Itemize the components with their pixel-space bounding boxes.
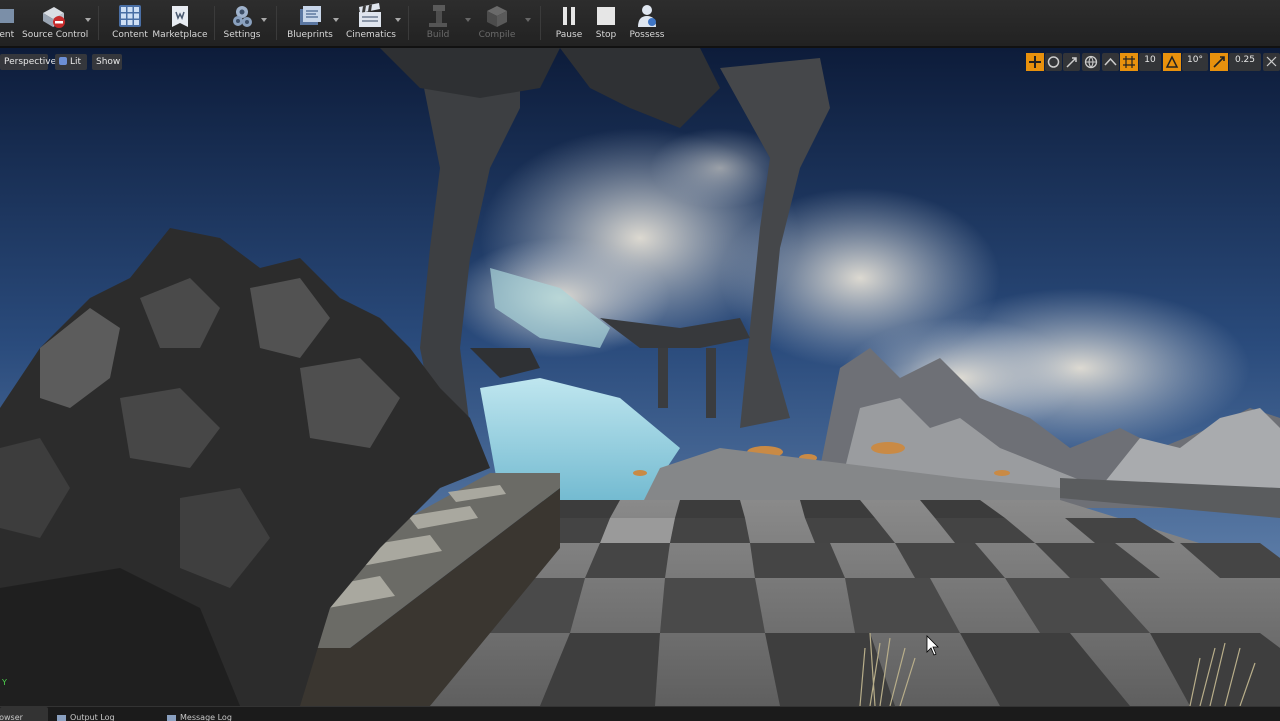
rotation-snap-value[interactable]: 10°: [1182, 53, 1208, 71]
viewport-scene[interactable]: [0, 48, 1280, 706]
scale-snap-toggle[interactable]: [1210, 53, 1228, 71]
translate-icon: [1026, 53, 1044, 71]
possess-icon: [634, 3, 660, 29]
rotation-snap-text: 10°: [1187, 55, 1203, 65]
tab-content-browser-label: rowser: [0, 713, 23, 721]
scale-snap-value[interactable]: 0.25: [1229, 53, 1261, 71]
tab-message-log-label: Message Log: [180, 713, 232, 721]
toolbar-separator: [98, 6, 99, 40]
build-dropdown-icon[interactable]: [465, 18, 471, 22]
maximize-viewport-button[interactable]: [1263, 53, 1280, 71]
current-level-button[interactable]: rent: [0, 0, 16, 46]
compile-label: Compile: [478, 30, 516, 40]
surface-snap-button[interactable]: [1102, 53, 1119, 71]
output-log-icon: [57, 715, 66, 721]
message-log-icon: [167, 715, 176, 721]
cinematics-dropdown-icon[interactable]: [395, 18, 401, 22]
tab-output-log-label: Output Log: [70, 713, 115, 721]
lit-button[interactable]: Lit: [55, 54, 87, 70]
grid-snap-value[interactable]: 10: [1139, 53, 1161, 71]
lit-mode-icon: [59, 57, 67, 65]
current-level-icon: [0, 3, 18, 29]
grid-snap-icon: [1120, 53, 1138, 71]
stop-icon: [593, 3, 619, 29]
compile-icon: [484, 3, 510, 29]
blueprints-label: Blueprints: [287, 30, 333, 40]
cinematics-button[interactable]: Cinematics: [346, 0, 396, 46]
settings-icon: [229, 3, 255, 29]
marketplace-icon: [167, 3, 193, 29]
compile-dropdown-icon[interactable]: [525, 18, 531, 22]
cinematics-label: Cinematics: [346, 30, 396, 40]
surface-snap-icon: [1104, 57, 1117, 66]
compile-button[interactable]: Compile: [476, 0, 518, 46]
maximize-icon: [1266, 56, 1277, 67]
source-control-dropdown-icon[interactable]: [85, 18, 91, 22]
content-button[interactable]: Content: [110, 0, 150, 46]
marketplace-button[interactable]: Marketplace: [152, 0, 208, 46]
stop-label: Stop: [595, 30, 617, 40]
build-icon: [425, 3, 451, 29]
source-control-icon: [40, 3, 66, 29]
toolbar-separator: [214, 6, 215, 40]
grid-snap-toggle[interactable]: [1120, 53, 1138, 71]
grid-snap-text: 10: [1144, 55, 1156, 65]
source-control-label: Source Control: [22, 30, 89, 40]
bottom-panel-tabs: rowser Output Log Message Log: [0, 706, 1280, 721]
toolbar-separator: [540, 6, 541, 40]
pause-button[interactable]: Pause: [552, 0, 586, 46]
settings-button[interactable]: Settings: [222, 0, 262, 46]
translate-mode-button[interactable]: [1026, 53, 1044, 71]
perspective-label: Perspective: [4, 57, 57, 67]
axis-indicator: Y: [2, 678, 7, 687]
scale-mode-button[interactable]: [1063, 53, 1080, 71]
lit-label: Lit: [70, 57, 82, 67]
cinematics-icon: [357, 3, 383, 29]
source-control-button[interactable]: Source Control: [22, 0, 89, 46]
blueprints-icon: [297, 3, 323, 29]
world-local-button[interactable]: [1082, 53, 1100, 71]
possess-label: Possess: [629, 30, 665, 40]
content-browser-icon: [117, 3, 143, 29]
scale-snap-text: 0.25: [1234, 55, 1256, 65]
level-viewport[interactable]: Perspective Lit Show 10 10° 0.25 Y: [0, 48, 1280, 706]
viewport-snap-controls: 10 10° 0.25: [1026, 53, 1280, 71]
pause-label: Pause: [555, 30, 583, 40]
rotate-mode-button[interactable]: [1045, 53, 1062, 71]
main-toolbar: rent Source Control Content: [0, 0, 1280, 48]
perspective-button[interactable]: Perspective: [0, 54, 56, 70]
show-label: Show: [96, 57, 121, 67]
globe-icon: [1084, 55, 1098, 69]
tab-content-browser[interactable]: rowser: [0, 707, 48, 721]
rotate-icon: [1047, 56, 1060, 68]
toolbar-separator: [408, 6, 409, 40]
toolbar-separator: [276, 6, 277, 40]
build-button[interactable]: Build: [418, 0, 458, 46]
current-level-label: rent: [0, 30, 15, 40]
build-label: Build: [426, 30, 450, 40]
rotation-snap-icon: [1163, 53, 1181, 71]
stop-button[interactable]: Stop: [590, 0, 622, 46]
show-button[interactable]: Show: [92, 54, 122, 70]
rotation-snap-toggle[interactable]: [1163, 53, 1181, 71]
settings-label: Settings: [223, 30, 261, 40]
marketplace-label: Marketplace: [152, 30, 208, 40]
possess-button[interactable]: Possess: [626, 0, 668, 46]
settings-dropdown-icon[interactable]: [261, 18, 267, 22]
pause-icon: [556, 3, 582, 29]
blueprints-dropdown-icon[interactable]: [333, 18, 339, 22]
tab-output-log[interactable]: Output Log: [54, 707, 154, 721]
scale-icon: [1066, 57, 1077, 68]
scale-snap-icon: [1210, 53, 1228, 71]
tab-message-log[interactable]: Message Log: [164, 707, 264, 721]
blueprints-button[interactable]: Blueprints: [286, 0, 334, 46]
content-label: Content: [112, 30, 148, 40]
